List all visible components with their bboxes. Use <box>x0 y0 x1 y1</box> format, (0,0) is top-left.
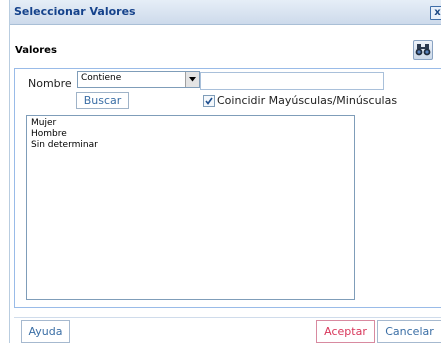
footer-divider <box>14 317 441 318</box>
close-icon: x <box>434 7 441 18</box>
title-bar[interactable]: Seleccionar Valores <box>10 0 441 25</box>
match-case-checkbox[interactable] <box>203 95 215 107</box>
chevron-down-icon <box>189 77 196 82</box>
help-button[interactable]: Ayuda <box>21 320 70 343</box>
list-item[interactable]: Mujer <box>31 118 56 128</box>
operator-select-value: Contiene <box>81 73 122 83</box>
search-input[interactable] <box>200 72 384 90</box>
values-listbox[interactable]: Mujer Hombre Sin determinar <box>26 115 355 300</box>
operator-select[interactable]: Contiene <box>77 71 200 88</box>
cancel-button[interactable]: Cancelar <box>377 320 441 343</box>
dialog-title: Seleccionar Valores <box>14 5 136 18</box>
close-button[interactable]: x <box>430 6 441 20</box>
checkmark-icon <box>205 97 213 105</box>
list-item[interactable]: Sin determinar <box>31 140 98 150</box>
accept-button[interactable]: Aceptar <box>316 320 375 343</box>
binoculars-icon <box>415 44 431 56</box>
window-left-border <box>0 0 10 343</box>
find-button[interactable] <box>413 40 433 60</box>
field-name-label: Nombre <box>28 77 72 90</box>
dropdown-button[interactable] <box>185 72 199 87</box>
list-item[interactable]: Hombre <box>31 129 67 139</box>
search-button[interactable]: Buscar <box>76 92 129 109</box>
section-title: Valores <box>15 45 57 56</box>
match-case-label: Coincidir Mayúsculas/Minúsculas <box>217 94 398 107</box>
select-values-dialog: Seleccionar Valores x Valores Nombre Con… <box>0 0 441 343</box>
